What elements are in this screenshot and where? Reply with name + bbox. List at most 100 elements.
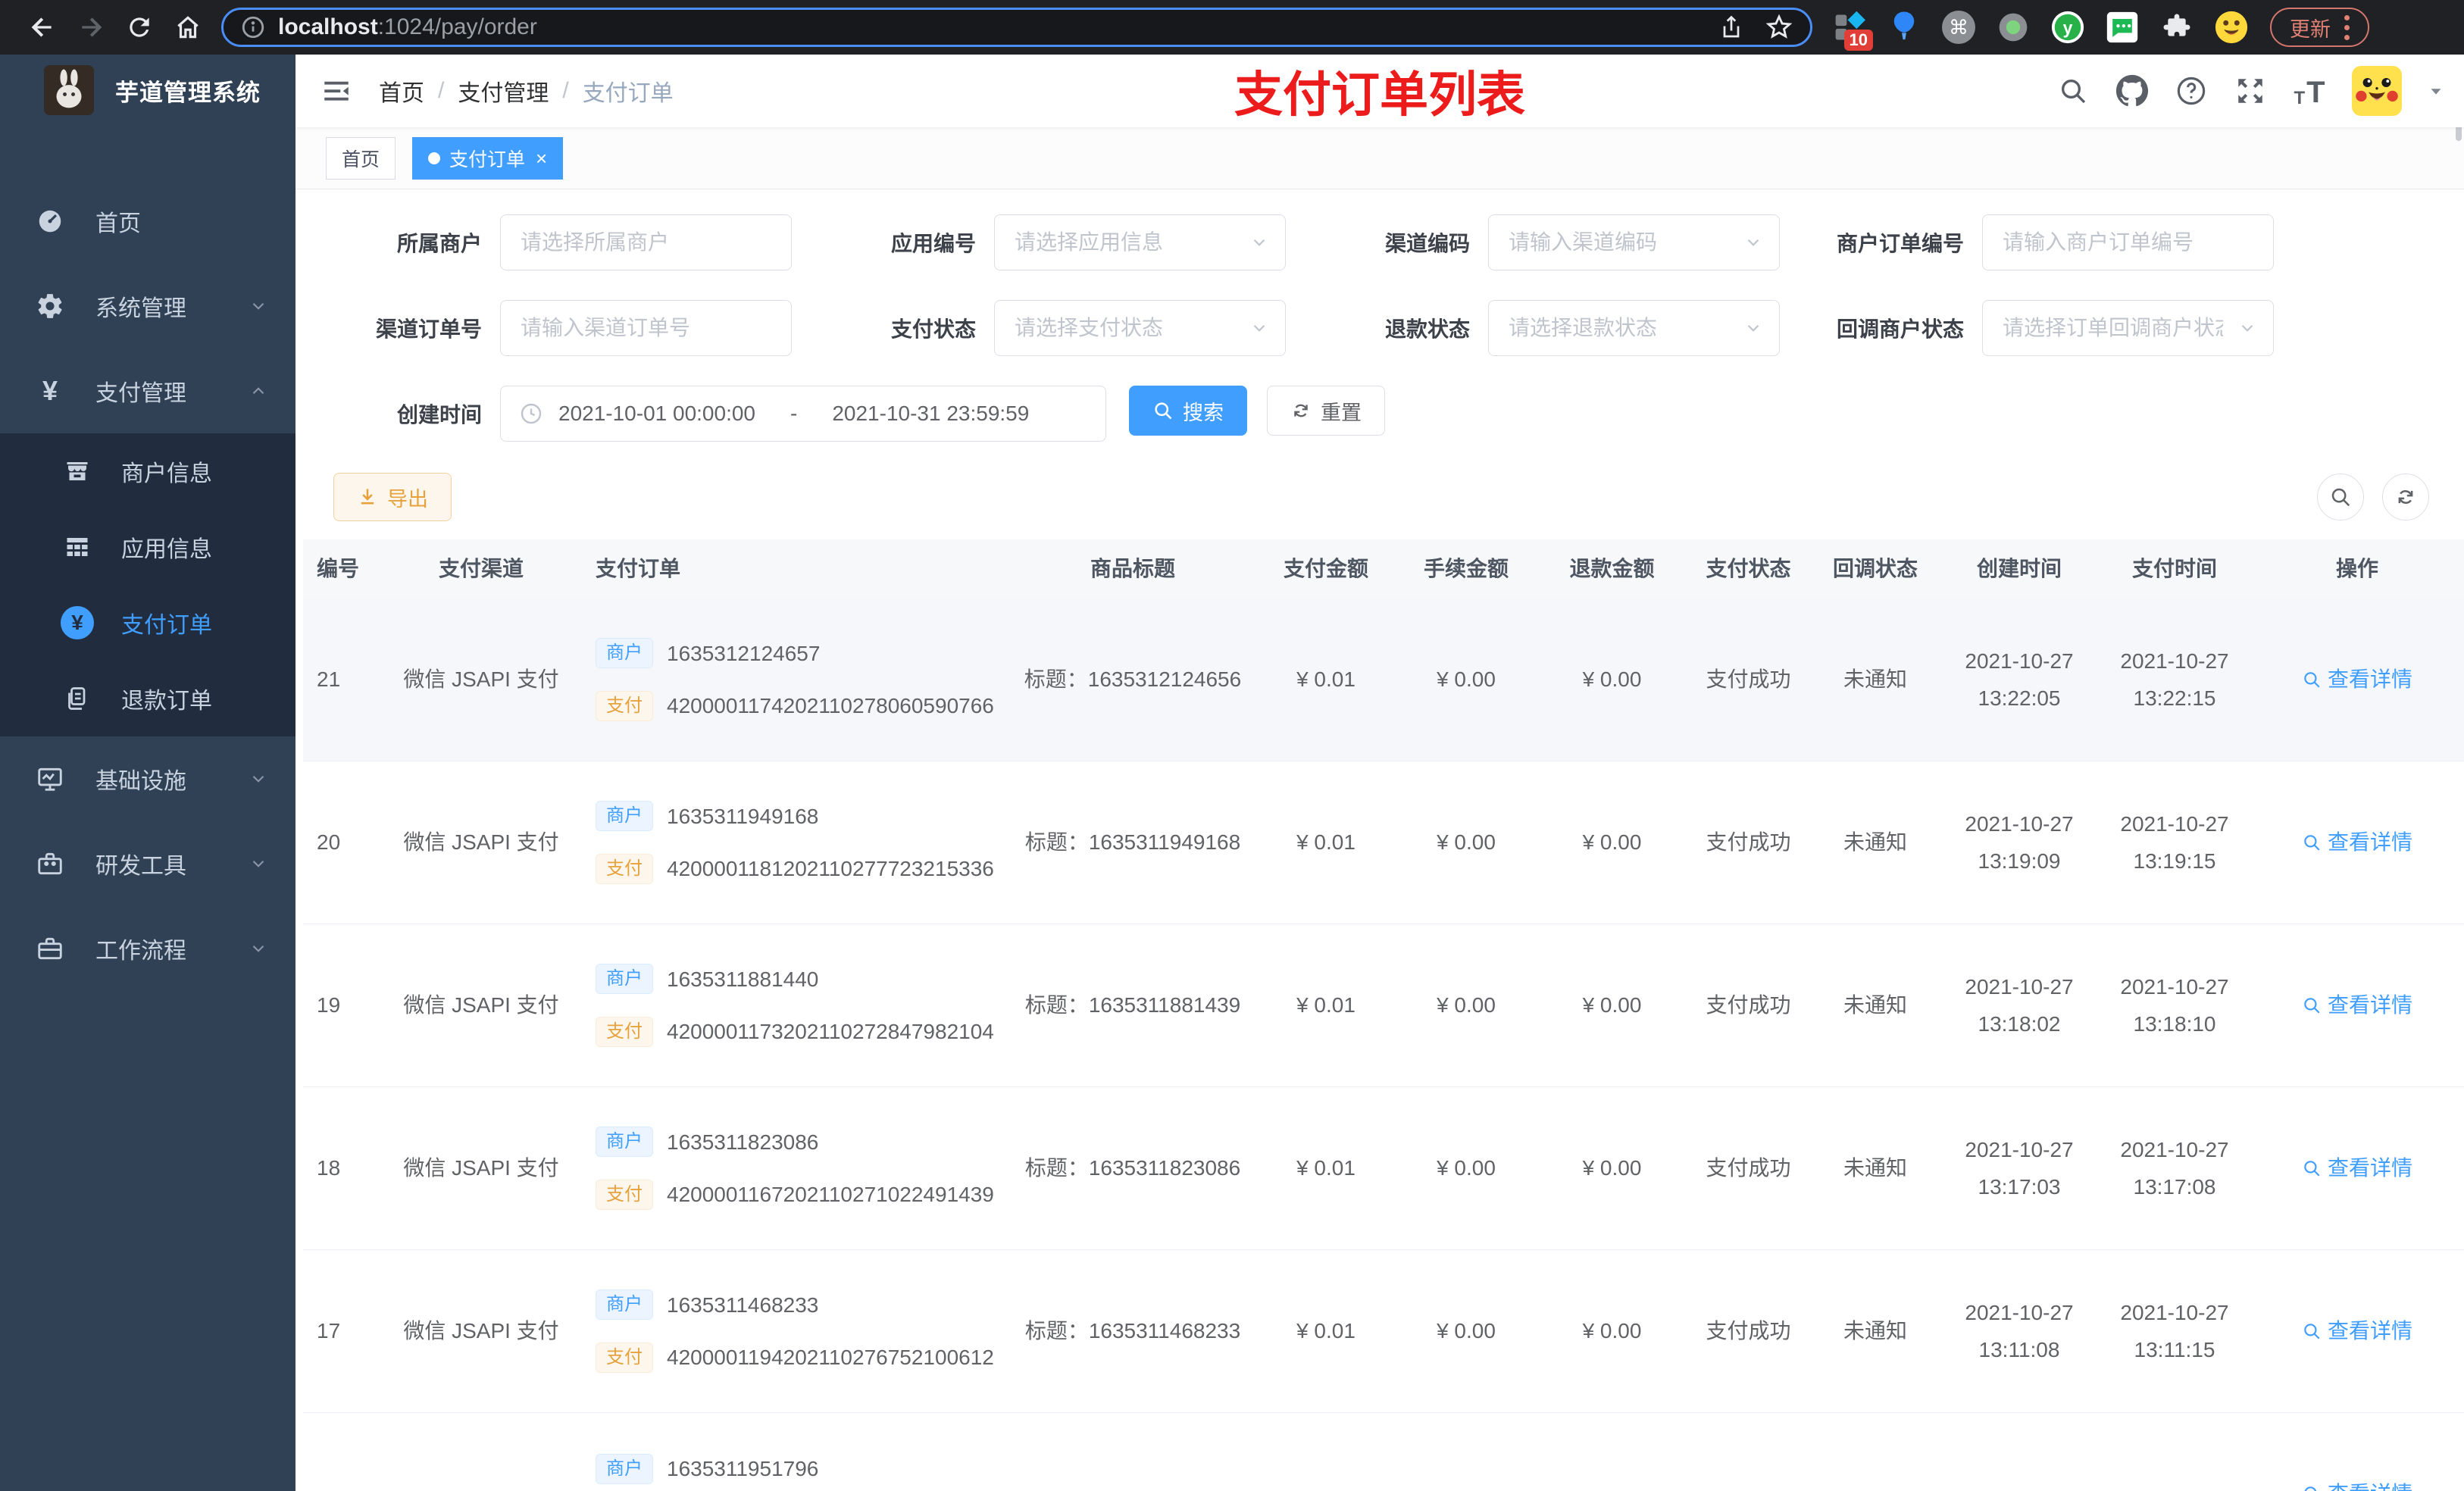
sidebar-item-merchant-info[interactable]: 商户信息 [0,433,295,509]
cell-pay-amount: ¥ 0.01 [1296,667,1356,692]
help-doc-button[interactable] [2175,74,2208,108]
clock-icon [519,402,543,426]
cell-pay-order: 商户 1635311881440 支付 42000011732021102728… [591,963,1008,1049]
browser-menu-icon[interactable] [2344,14,2350,40]
browser-forward-button[interactable] [67,3,115,52]
extensions-puzzle-button[interactable] [2159,10,2194,45]
fullscreen-button[interactable] [2234,74,2267,108]
column-header: 支付状态 [1706,557,1791,581]
sidebar-item-refund-order[interactable]: 退款订单 [0,661,295,736]
view-detail-link[interactable]: 查看详情 [2302,1152,2412,1184]
extension-chat-icon[interactable] [2105,10,2140,45]
toggle-search-button[interactable] [2317,474,2364,520]
view-detail-link[interactable]: 查看详情 [2302,663,2412,695]
column-header: 支付时间 [2131,557,2217,581]
sidebar-item-home[interactable]: 首页 [0,179,295,264]
font-size-button[interactable]: TT [2293,74,2326,108]
sidebar-item-app-info[interactable]: 应用信息 [0,509,295,585]
browser-back-button[interactable] [18,3,67,52]
browser-profile-avatar[interactable] [2214,10,2249,45]
cell-product-title: 标题：1635311881439 [1024,993,1241,1017]
notify-status-select[interactable] [1982,300,2274,356]
header-search-button[interactable] [2056,74,2090,108]
update-label: 更新 [2290,17,2331,41]
sidebar-item-label: 退款订单 [121,689,212,714]
view-detail-link[interactable]: 查看详情 [2302,989,2412,1021]
sidebar-item-system[interactable]: 系统管理 [0,264,295,349]
extension-command-icon[interactable]: ⌘ [1941,10,1976,45]
search-button[interactable]: 搜索 [1129,386,1247,436]
merchant-tag: 商户 [596,1127,653,1158]
create-time-range-picker[interactable]: 2021-10-01 00:00:00 - 2021-10-31 23:59:5… [500,386,1106,442]
y-circle-icon: y [2051,11,2084,44]
cell-pay-amount: ¥ 0.01 [1296,830,1356,855]
tag-close-icon[interactable]: × [536,148,547,168]
cell-product-title: 标题：1635312124656 [1024,667,1242,692]
refund-status-select[interactable] [1488,300,1780,356]
extension-balloon-icon[interactable] [1887,10,1921,45]
share-icon[interactable] [1718,14,1745,41]
breadcrumb-payment[interactable]: 支付管理 [458,74,549,108]
browser-reload-button[interactable] [115,3,164,52]
extension-y-icon[interactable]: y [2050,10,2085,45]
column-header: 手续金额 [1423,557,1509,581]
cell-create-time: 2021-10-27 13:17:03 [1965,1137,2074,1199]
view-detail-link[interactable]: 查看详情 [2302,1477,2412,1491]
extension-grid-icon[interactable]: 10 [1832,10,1873,51]
table-header-row: 编号 支付渠道 支付订单 商品标题 支付金额 手续金额 退款金额 支付状态 回调… [303,539,2464,599]
merchant-order-no: 1635311949168 [667,804,819,828]
browser-home-button[interactable] [164,3,212,52]
column-header: 创建时间 [1976,557,2062,581]
sidebar-item-label: 工作流程 [95,939,186,964]
cell-pay-amount: ¥ 0.01 [1296,1319,1356,1343]
cell-create-time: 2021-10-27 13:18:02 [1965,974,2074,1036]
site-info-icon[interactable] [240,14,266,40]
sidebar-collapse-button[interactable] [318,73,355,109]
cell-pay-order: 商户 1635311823086 支付 42000011672021102710… [591,1126,1008,1211]
shop-icon [61,458,94,485]
sidebar-item-infrastructure[interactable]: 基础设施 [0,736,295,821]
breadcrumb-home[interactable]: 首页 [379,74,424,108]
channel-code-select[interactable] [1488,214,1780,270]
filter-label: 渠道编码 [1384,232,1470,255]
view-detail-link[interactable]: 查看详情 [2302,1314,2412,1347]
sidebar: 芋道管理系统 首页 系统管理 ¥ 支付管理 商户信息 应用信息 ¥ 支付订单 退… [0,55,295,1491]
export-button[interactable]: 导出 [333,473,452,521]
cell-product-title: 标题：1635311468233 [1024,1319,1241,1343]
view-detail-link[interactable]: 查看详情 [2302,826,2412,858]
cell-refund-amount: ¥ 0.00 [1582,1319,1642,1343]
merchant-order-input[interactable] [1982,214,2274,270]
sidebar-item-pay-order[interactable]: ¥ 支付订单 [0,585,295,661]
browser-update-button[interactable]: 更新 [2270,8,2369,47]
bookmark-star-icon[interactable] [1765,13,1793,42]
merchant-select[interactable] [500,214,792,270]
refresh-table-button[interactable] [2382,474,2429,520]
cell-pay-channel: 微信 JSAPI 支付 [403,667,559,692]
user-avatar[interactable] [2352,66,2402,116]
sidebar-item-dev-tools[interactable]: 研发工具 [0,821,295,906]
tag-pay-order[interactable]: 支付订单 × [412,136,564,180]
pay-status-select[interactable] [994,300,1286,356]
sidebar-item-workflow[interactable]: 工作流程 [0,906,295,991]
github-link[interactable] [2115,74,2149,108]
cell-pay-order: 商户 1635311951796 支付 [591,1452,1008,1491]
question-circle-icon [2177,77,2206,105]
chevron-up-icon [249,381,268,401]
merchant-tag: 商户 [596,964,653,995]
address-bar[interactable]: localhost:1024/pay/order [221,8,1812,47]
table-row: 18 微信 JSAPI 支付 商户 1635311823086 支付 42000… [303,1087,2464,1250]
extension-record-icon[interactable] [1996,10,2031,45]
channel-order-input[interactable] [500,300,792,356]
sidebar-logo[interactable]: 芋道管理系统 [0,55,295,126]
tag-home[interactable]: 首页 [326,136,396,180]
avatar-caret-icon[interactable] [2428,83,2444,99]
cell-pay-channel: 微信 JSAPI 支付 [403,830,559,855]
search-icon [2062,80,2086,104]
table-body: 21 微信 JSAPI 支付 商户 1635312124657 支付 42000… [303,599,2464,1491]
app-select[interactable] [994,214,1286,270]
reset-button[interactable]: 重置 [1267,386,1385,436]
top-navbar: 首页 / 支付管理 / 支付订单 支付订单列表 T T [295,55,2464,127]
sidebar-item-payment[interactable]: ¥ 支付管理 [0,349,295,433]
url-text: localhost:1024/pay/order [278,14,537,39]
cell-actions: 查看详情 [2250,1152,2464,1184]
